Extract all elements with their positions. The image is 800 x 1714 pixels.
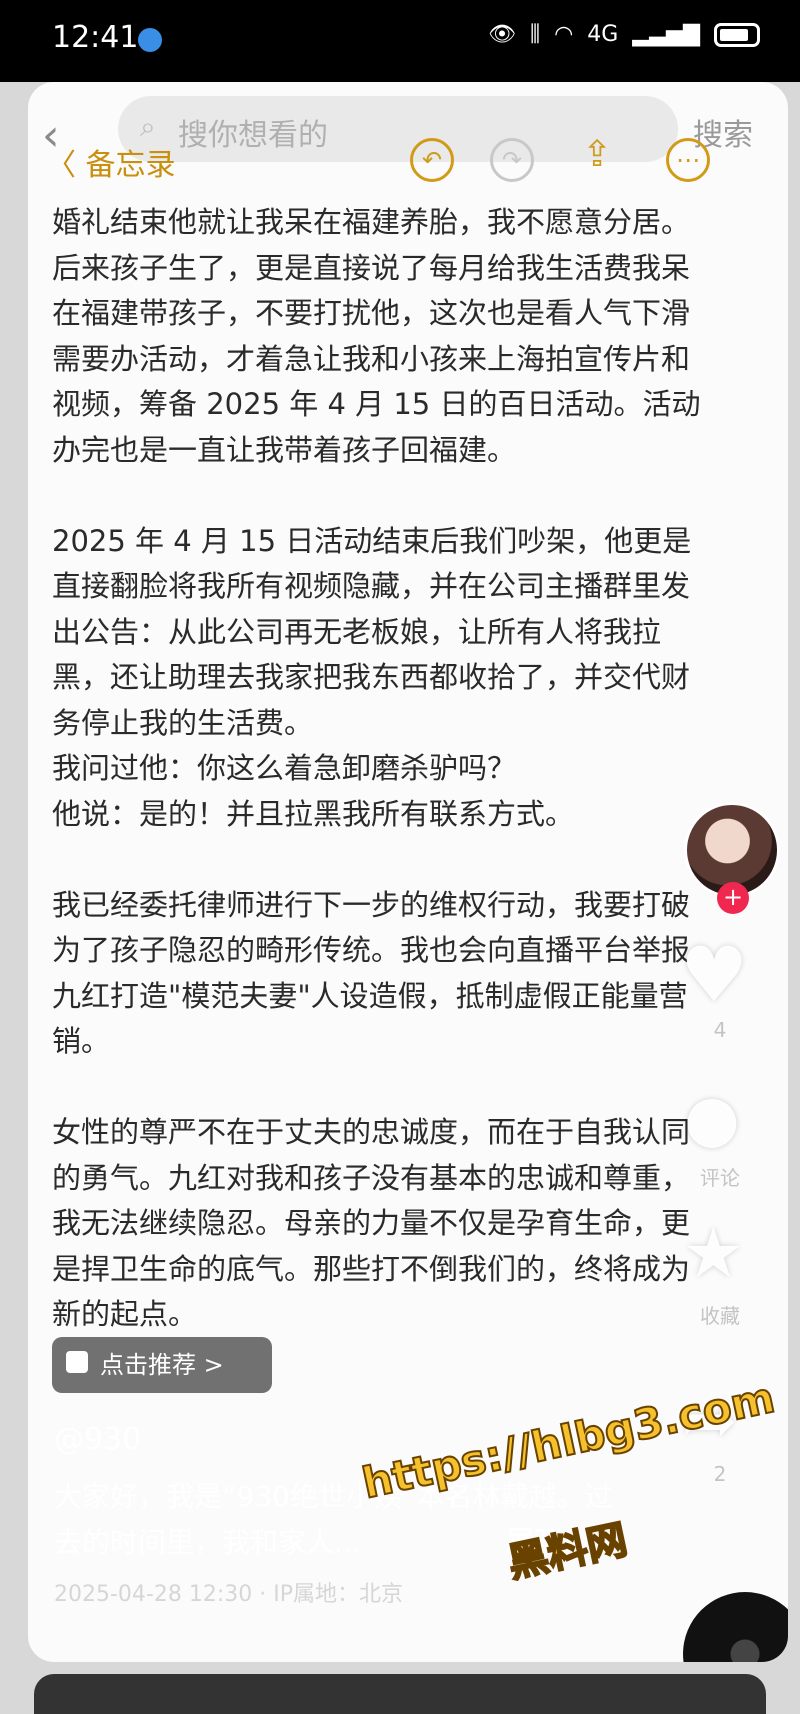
thumbs-up-icon: [66, 1351, 88, 1373]
eye-icon: 👁: [488, 22, 516, 47]
status-bar: 12:41 👁 ⫼ ◠ 4G ▂▃▅▇: [0, 0, 800, 82]
like-count: 4: [713, 1018, 727, 1042]
search-placeholder: 搜你想看的: [178, 118, 328, 153]
recommend-label: 点击推荐 >: [100, 1351, 224, 1379]
note-paragraph: 婚礼结束他就让我呆在福建养胎，我不愿意分居。后来孩子生了，更是直接说了每月给我生…: [52, 205, 701, 467]
chevron-left-icon: 〈: [46, 148, 76, 183]
comment-icon[interactable]: ●: [684, 1082, 740, 1156]
post-meta: 2025-04-28 12:30 · IP属地：北京: [54, 1582, 403, 1607]
notes-back-label: 备忘录: [85, 148, 176, 183]
more-icon[interactable]: ⋯: [666, 138, 710, 182]
status-icons: 👁 ⫼ ◠ 4G ▂▃▅▇: [488, 22, 760, 47]
bottom-nav-bar: [34, 1674, 766, 1714]
search-icon: ⌕: [140, 110, 156, 143]
note-body[interactable]: 婚礼结束他就让我呆在福建养胎，我不愿意分居。后来孩子生了，更是直接说了每月给我生…: [52, 200, 712, 1338]
share-icon[interactable]: ⇪: [582, 134, 612, 175]
comment-label: 评论: [700, 1166, 740, 1190]
notes-back-button[interactable]: 〈 备忘录: [46, 140, 176, 184]
star-icon[interactable]: ★: [682, 1212, 745, 1294]
share-count: 2: [713, 1462, 727, 1486]
redo-icon[interactable]: ↷: [490, 138, 534, 182]
follow-plus-icon[interactable]: +: [717, 882, 749, 914]
wifi-icon: ◠: [554, 22, 574, 47]
note-paragraph: 2025 年 4 月 15 日活动结束后我们吵架，他更是直接翻脸将我所有视频隐藏…: [52, 523, 692, 831]
undo-icon[interactable]: ↶: [410, 138, 454, 182]
recommend-button[interactable]: 点击推荐 >: [52, 1337, 272, 1393]
content-card: ‹ ⌕ 搜你想看的 搜索 〈 备忘录 ↶ ↷ ⇪ ⋯ 婚礼结束他就让我呆在福建养…: [28, 82, 788, 1662]
note-paragraph: 女性的尊严不在于丈夫的忠诚度，而在于自我认同的勇气。九红对我和孩子没有基本的忠诚…: [52, 1115, 691, 1331]
heart-icon[interactable]: ♥: [680, 930, 748, 1019]
note-paragraph: 我已经委托律师进行下一步的维权行动，我要打破为了孩子隐忍的畸形传统。我也会向直播…: [52, 887, 691, 1059]
status-time: 12:41: [52, 20, 139, 55]
author-handle[interactable]: @930: [54, 1422, 141, 1457]
battery-icon: [714, 22, 760, 47]
vibrate-icon: ⫼: [529, 22, 541, 47]
app-notification-icon: [138, 28, 162, 52]
network-label: 4G: [587, 22, 619, 47]
music-disc-icon[interactable]: [683, 1592, 788, 1662]
signal-icon: ▂▃▅▇: [632, 22, 700, 47]
favorite-label: 收藏: [700, 1304, 740, 1328]
